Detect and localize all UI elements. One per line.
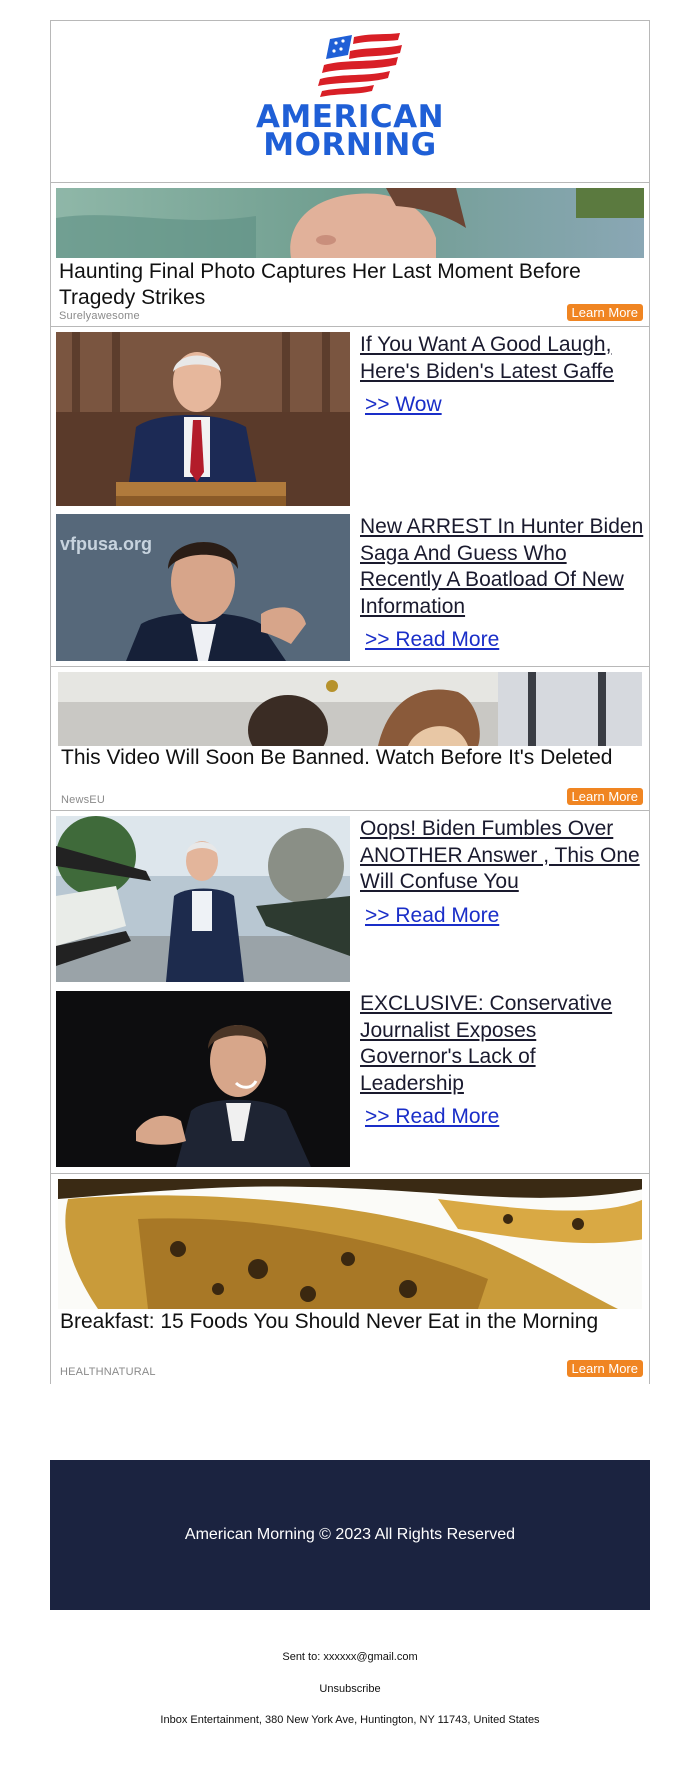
ad-title[interactable]: Haunting Final Photo Captures Her Last M…: [59, 259, 641, 311]
ad-source: HEALTHNATURAL: [60, 1366, 156, 1378]
thumbnail-governor: [56, 991, 350, 1167]
article-readmore-link[interactable]: >> Wow: [365, 393, 644, 417]
unsubscribe-link[interactable]: Unsubscribe: [0, 1683, 700, 1695]
email-header: AMERICAN MORNING: [51, 21, 649, 183]
sponsored-ad[interactable]: Breakfast: 15 Foods You Should Never Eat…: [51, 1174, 649, 1384]
article-readmore-link[interactable]: >> Read More: [365, 1105, 644, 1129]
ad-image[interactable]: [58, 672, 642, 746]
learn-more-button[interactable]: Learn More: [566, 1360, 643, 1377]
thumbnail-biden-press: [56, 816, 350, 982]
article-body: Oops! Biden Fumbles Over ANOTHER Answer …: [360, 816, 644, 928]
ad-source: Surelyawesome: [59, 310, 140, 322]
email-body: AMERICAN MORNING Haunting Final Photo Ca…: [50, 20, 650, 1384]
ad-image-drowning-photo: [56, 188, 644, 258]
article-card[interactable]: vfpusa.org New ARREST In Hunter Biden Sa…: [56, 514, 644, 661]
article-headline-link[interactable]: EXCLUSIVE: Conservative Journalist Expos…: [360, 991, 644, 1097]
article-group: Oops! Biden Fumbles Over ANOTHER Answer …: [51, 811, 649, 1174]
article-readmore-link[interactable]: >> Read More: [365, 628, 644, 652]
sent-to-text: Sent to: xxxxxx@gmail.com: [282, 1651, 418, 1663]
thumbnail-biden-podium: [56, 332, 350, 506]
article-readmore-link[interactable]: >> Read More: [365, 904, 644, 928]
article-card[interactable]: If You Want A Good Laugh, Here's Biden's…: [56, 332, 644, 506]
mailing-address: Inbox Entertainment, 380 New York Ave, H…: [160, 1714, 540, 1726]
article-thumbnail[interactable]: [56, 991, 350, 1167]
sponsored-ad[interactable]: This Video Will Soon Be Banned. Watch Be…: [51, 667, 649, 811]
article-thumbnail[interactable]: [56, 332, 350, 506]
american-morning-logo[interactable]: AMERICAN MORNING: [51, 31, 649, 163]
learn-more-button[interactable]: Learn More: [566, 304, 643, 321]
ad-source: NewsEU: [61, 794, 105, 806]
ad-title[interactable]: This Video Will Soon Be Banned. Watch Be…: [61, 745, 641, 771]
ad-image-bananas: [58, 1179, 642, 1309]
article-card[interactable]: EXCLUSIVE: Conservative Journalist Expos…: [56, 991, 644, 1167]
article-headline-link[interactable]: Oops! Biden Fumbles Over ANOTHER Answer …: [360, 816, 644, 896]
ad-image-car-interior: [58, 672, 642, 746]
ad-title[interactable]: Breakfast: 15 Foods You Should Never Eat…: [60, 1309, 641, 1335]
learn-more-button[interactable]: Learn More: [566, 788, 643, 805]
svg-text:vfpusa.org: vfpusa.org: [60, 534, 152, 554]
ad-image[interactable]: [58, 1179, 642, 1309]
article-headline-link[interactable]: New ARREST In Hunter Biden Saga And Gues…: [360, 514, 644, 620]
article-thumbnail[interactable]: vfpusa.org: [56, 514, 350, 661]
article-body: EXCLUSIVE: Conservative Journalist Expos…: [360, 991, 644, 1129]
article-body: If You Want A Good Laugh, Here's Biden's…: [360, 332, 644, 417]
article-headline-link[interactable]: If You Want A Good Laugh, Here's Biden's…: [360, 332, 644, 385]
logo-text-line2: MORNING: [263, 127, 437, 163]
thumbnail-hunter-biden: vfpusa.org: [56, 514, 350, 661]
ad-image[interactable]: [56, 188, 644, 258]
sponsored-ad[interactable]: Haunting Final Photo Captures Her Last M…: [51, 183, 649, 327]
article-card[interactable]: Oops! Biden Fumbles Over ANOTHER Answer …: [56, 816, 644, 982]
footer-banner: American Morning © 2023 All Rights Reser…: [50, 1460, 650, 1610]
article-body: New ARREST In Hunter Biden Saga And Gues…: [360, 514, 644, 652]
copyright-text: American Morning © 2023 All Rights Reser…: [184, 1526, 516, 1543]
article-group: If You Want A Good Laugh, Here's Biden's…: [51, 327, 649, 667]
flag-icon: [318, 33, 402, 97]
article-thumbnail[interactable]: [56, 816, 350, 982]
